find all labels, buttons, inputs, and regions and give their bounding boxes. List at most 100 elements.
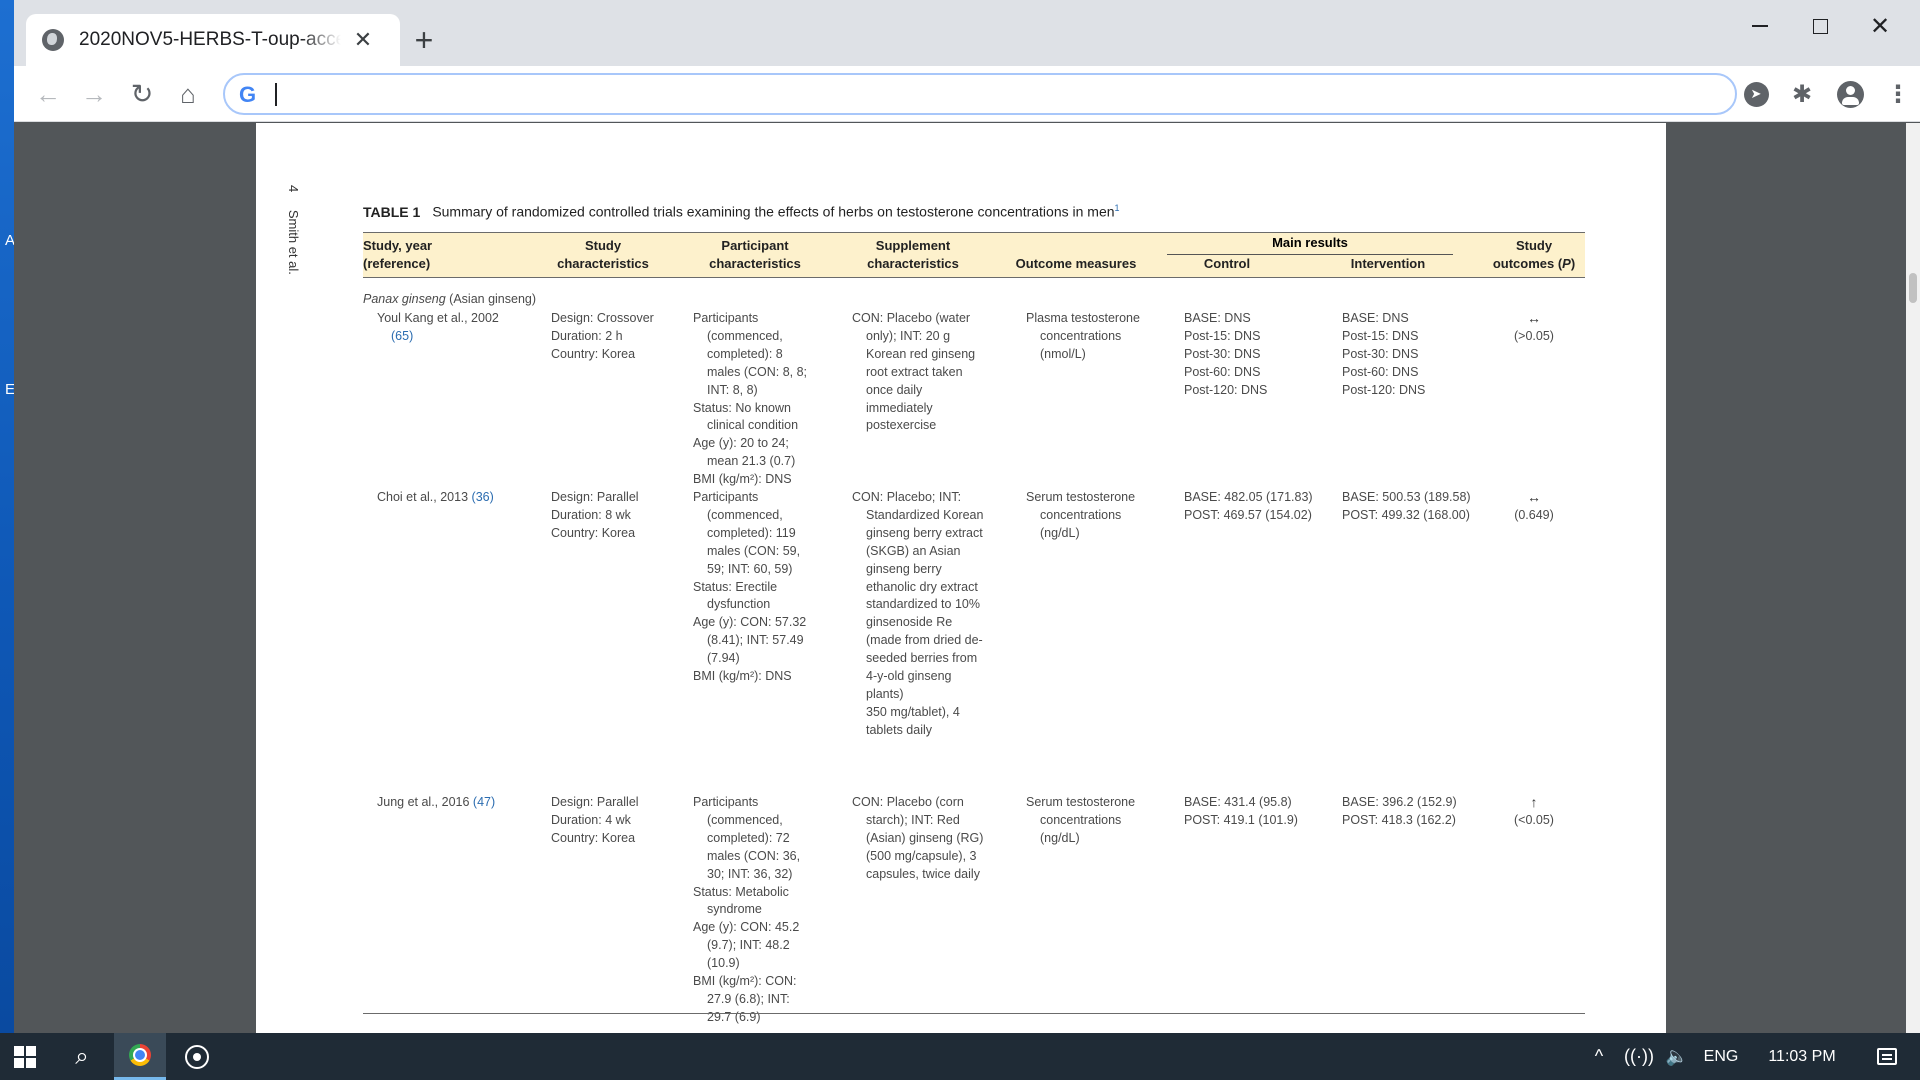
header-line: characteristics (709, 256, 801, 271)
cell-outcome-measures: Serum testosterone concentrations (ng/dL… (1026, 489, 1146, 543)
cell-line: Duration: 8 wk (551, 507, 631, 522)
cell-line: Duration: 4 wk (551, 812, 631, 827)
section-label-panax-ginseng: Panax ginseng (Asian ginseng) (363, 292, 536, 306)
desktop-background: A E (0, 0, 15, 1033)
browser-menu-icon[interactable]: ⋮ (1882, 78, 1914, 110)
back-button[interactable]: ← (30, 76, 66, 112)
google-logo-icon: G (239, 82, 257, 107)
header-outcome-measures: Outcome measures (1015, 256, 1137, 271)
close-tab-icon[interactable]: ✕ (351, 27, 375, 53)
cell-line: Serum testosterone concentrations (ng/dL… (1026, 490, 1136, 540)
header-line: Supplement (875, 238, 951, 253)
cell-line: Participants (commenced, completed): 8 m… (693, 311, 808, 397)
action-center-button[interactable] (1864, 1033, 1910, 1080)
minimize-button[interactable] (1730, 8, 1790, 44)
pdf-page: 4 Smith et al. TABLE 1 Summary of randomi… (256, 123, 1666, 1033)
citation-link[interactable]: (36) (472, 490, 494, 504)
cell-line: BASE: 500.53 (189.58) (1342, 490, 1471, 504)
p-value: (>0.05) (1514, 328, 1554, 343)
caption-footnote-ref[interactable]: 1 (1115, 203, 1120, 213)
page-number: 4 (286, 185, 301, 193)
cell-line: POST: 419.1 (101.9) (1184, 812, 1298, 827)
cell-participant-characteristics: Participants (commenced, completed): 72 … (693, 794, 817, 1027)
extension-button[interactable]: ➤ (1740, 78, 1772, 110)
address-input[interactable] (273, 80, 1673, 108)
header-intervention: Intervention (1350, 256, 1426, 271)
network-icon[interactable]: ((·)) (1622, 1033, 1656, 1080)
extensions-puzzle-icon[interactable]: ✱ (1786, 78, 1818, 110)
media-player-icon (185, 1044, 209, 1069)
cell-study-outcomes: ↑ (<0.05) (1499, 794, 1569, 830)
section-common-name: (Asian ginseng) (445, 292, 537, 306)
input-language[interactable]: ENG (1696, 1033, 1746, 1080)
header-p-italic: P (1562, 256, 1571, 271)
cell-line: Post-60: DNS (1342, 364, 1419, 379)
search-icon[interactable]: ⌕ (58, 1033, 106, 1080)
cursor-extension-icon: ➤ (1743, 81, 1769, 107)
header-study-outcomes: Study outcomes (P) (1483, 237, 1585, 273)
cell-line: Serum testosterone concentrations (ng/dL… (1026, 795, 1136, 845)
cell-line: Design: Crossover (551, 311, 654, 325)
address-bar[interactable]: G (223, 73, 1737, 115)
start-button[interactable] (0, 1033, 50, 1080)
new-tab-button[interactable]: + (406, 22, 442, 58)
header-line: (reference) (363, 256, 431, 271)
volume-icon[interactable]: 🔈 (1660, 1033, 1694, 1080)
header-participant-characteristics: Participant characteristics (685, 237, 825, 273)
cell-line: POST: 469.57 (154.02) (1184, 507, 1312, 522)
cell-study-characteristics: Design: Crossover Duration: 2 h Country:… (551, 310, 669, 364)
header-line: Study (1515, 238, 1553, 253)
show-hidden-icons-chevron-icon[interactable]: ^ (1584, 1033, 1614, 1080)
system-clock[interactable]: 11:03 PM (1746, 1033, 1858, 1080)
reload-button[interactable]: ↻ (124, 76, 160, 112)
cell-line: Status: Metabolic syndrome (693, 884, 789, 917)
cell-study-outcomes: ↔ (>0.05) (1499, 310, 1569, 346)
pdf-viewport[interactable]: 4 Smith et al. TABLE 1 Summary of randomi… (14, 123, 1920, 1033)
cell-line: POST: 418.3 (162.2) (1342, 812, 1456, 827)
cell-line: Post-15: DNS (1184, 328, 1261, 343)
cell-intervention: BASE: 396.2 (152.9) POST: 418.3 (162.2) (1342, 794, 1492, 830)
vertical-scrollbar[interactable] (1906, 123, 1920, 1033)
cell-study-outcomes: ↔ (0.649) (1499, 489, 1569, 525)
cell-study: Jung et al., 2016 (47) (377, 794, 517, 812)
tab-pdf-document[interactable]: 2020NOV5-HERBS-T-oup-accept ✕ (26, 14, 400, 66)
maximize-button[interactable] (1790, 8, 1850, 44)
cell-line: BMI (kg/m²): DNS (693, 669, 792, 684)
cell-line: Post-120: DNS (1342, 382, 1426, 397)
cell-outcome-measures: Plasma testosterone concentrations (nmol… (1026, 310, 1146, 364)
cell-study-characteristics: Design: Parallel Duration: 4 wk Country:… (551, 794, 669, 848)
cell-outcome-measures: Serum testosterone concentrations (ng/dL… (1026, 794, 1146, 848)
cell-line: CON: Placebo (water only); INT: 20 g Kor… (852, 311, 976, 433)
citation-link[interactable]: (47) (473, 795, 495, 809)
cell-control: BASE: 482.05 (171.83) POST: 469.57 (154.… (1184, 489, 1334, 525)
cell-line: Status: No known clinical condition (693, 400, 799, 433)
no-change-arrow-icon: ↔ (1527, 310, 1541, 326)
cell-line: Plasma testosterone concentrations (nmol… (1026, 311, 1140, 361)
cell-line: BASE: DNS (1184, 311, 1251, 325)
table-bottom-rule (363, 1013, 1585, 1014)
study-name: Youl Kang et al., 2002 (377, 311, 499, 325)
profile-button[interactable] (1834, 78, 1866, 110)
cell-intervention: BASE: 500.53 (189.58) POST: 499.32 (168.… (1342, 489, 1492, 525)
home-button[interactable]: ⌂ (170, 76, 206, 112)
tab-title: 2020NOV5-HERBS-T-oup-accept (79, 29, 341, 50)
taskbar-chrome-button[interactable] (114, 1033, 166, 1080)
cell-line: Post-30: DNS (1342, 346, 1419, 361)
cell-study-characteristics: Design: Parallel Duration: 8 wk Country:… (551, 489, 669, 543)
taskbar-media-app-button[interactable] (172, 1033, 222, 1080)
header-line: Study, year (363, 238, 433, 253)
no-change-arrow-icon: ↔ (1527, 489, 1541, 505)
cell-line: Country: Korea (551, 525, 636, 540)
forward-button[interactable]: → (76, 76, 112, 112)
cell-control: BASE: 431.4 (95.8) POST: 419.1 (101.9) (1184, 794, 1334, 830)
citation-link[interactable]: (65) (391, 329, 413, 343)
text-caret (275, 83, 277, 106)
table-caption-text: Summary of randomized controlled trials … (432, 203, 1115, 220)
title-bar: 2020NOV5-HERBS-T-oup-accept ✕ + ✕ (14, 0, 1920, 66)
scrollbar-thumb[interactable] (1909, 273, 1917, 303)
cell-line: BASE: DNS (1342, 311, 1409, 325)
close-window-button[interactable]: ✕ (1850, 8, 1910, 44)
header-line: Study (584, 238, 622, 253)
cell-line: Post-15: DNS (1342, 328, 1419, 343)
avatar-icon (1836, 80, 1864, 108)
